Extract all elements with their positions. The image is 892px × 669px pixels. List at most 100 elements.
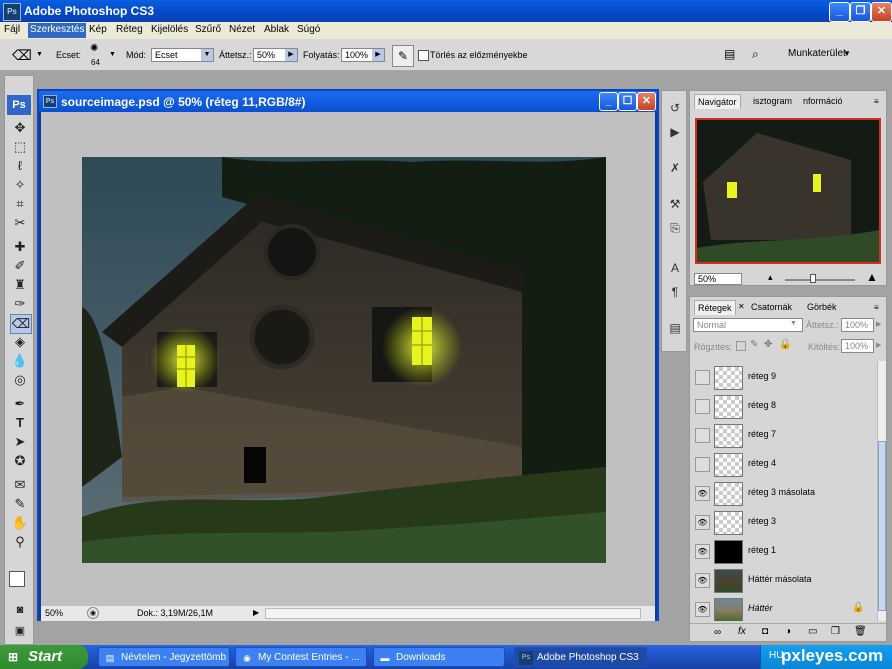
layer-row[interactable]: réteg 4 [692,450,876,480]
shape-tool-icon[interactable]: ✪ [10,452,30,470]
navigator-menu-icon[interactable]: ≡ [874,97,879,106]
layer-row[interactable]: 👁 réteg 1 [692,537,876,567]
layer-row[interactable]: réteg 8 [692,392,876,422]
type-tool-icon[interactable]: T [10,414,30,432]
workspace-menu[interactable]: Munkaterület [788,48,846,59]
layer-comps-icon[interactable]: ▤ [666,319,684,337]
pen-tool-icon[interactable]: ✒ [10,395,30,413]
history-panel-icon[interactable]: ↺ [666,99,684,117]
menu-layer[interactable]: Réteg [116,24,143,35]
eye-icon[interactable]: 👁 [695,486,710,501]
layers-menu-icon[interactable]: ≡ [874,303,879,312]
house-photo[interactable] [82,157,606,563]
doc-maximize-button[interactable]: ☐ [618,92,637,111]
eraser-tool-icon[interactable]: ⌫ [10,314,32,334]
tab-channels[interactable]: Csatornák [748,300,795,314]
eye-icon[interactable]: 👁 [695,602,710,617]
crop-tool-icon[interactable]: ⌗ [10,195,30,213]
layer-visibility-toggle[interactable] [695,370,710,385]
layer-row[interactable]: réteg 9 [692,363,876,393]
layer-row[interactable]: réteg 7 [692,421,876,451]
lock-all-icon[interactable]: 🔒 [779,339,791,350]
tab-info[interactable]: nformáció [800,94,846,108]
character-panel-icon[interactable]: A [666,259,684,277]
tool-presets-icon[interactable]: ✗ [666,159,684,177]
zoom-out-icon[interactable]: ▴ [768,272,773,283]
layer-row[interactable]: 👁 Háttér másolata [692,566,876,596]
navigator-zoom-slider-handle[interactable] [810,274,816,283]
new-group-icon[interactable]: ▭ [808,626,817,637]
status-arrow-right-icon[interactable]: ▶ [253,608,259,617]
menu-image[interactable]: Kép [89,24,107,35]
eyedropper-tool-icon[interactable]: ✎ [10,495,30,513]
clone-source-icon[interactable]: ⎘ [666,219,684,237]
menu-window[interactable]: Ablak [264,24,289,35]
eye-icon[interactable]: 👁 [695,573,710,588]
marquee-tool-icon[interactable]: ⬚ [10,138,30,156]
layer-row[interactable]: 👁 réteg 3 másolata [692,479,876,509]
blend-mode-select[interactable]: Normál [693,318,803,332]
close-layers-tab-icon[interactable]: ✕ [738,302,745,311]
tab-layers[interactable]: Rétegek [694,300,736,315]
lock-image-icon[interactable]: ✎ [750,339,758,350]
status-menu-icon[interactable]: ◉ [87,607,99,619]
eye-icon[interactable]: 👁 [695,544,710,559]
tab-paths[interactable]: Görbék [804,300,840,314]
delete-layer-icon[interactable]: 🗑 [854,626,867,637]
lasso-tool-icon[interactable]: ℓ [10,157,30,175]
menu-help[interactable]: Súgó [297,24,320,35]
brush-chevron-down-icon[interactable]: ▼ [109,51,116,58]
menu-filter[interactable]: Szűrő [195,24,221,35]
start-button[interactable]: ⊞ Start [0,645,88,669]
link-layers-icon[interactable]: ∞ [714,627,721,638]
horizontal-scrollbar[interactable] [265,608,641,619]
magic-wand-tool-icon[interactable]: ✧ [10,176,30,194]
path-selection-tool-icon[interactable]: ➤ [10,433,30,451]
fill-input[interactable]: 100% [841,339,874,353]
task-notepad[interactable]: ▤ Névtelen - Jegyzettömb [98,647,230,667]
layer-row[interactable]: 👁 réteg 3 [692,508,876,538]
lock-position-icon[interactable]: ✥ [764,339,772,350]
clone-stamp-tool-icon[interactable]: ♜ [10,276,30,294]
actions-panel-icon[interactable]: ▶ [666,123,684,141]
layer-row[interactable]: 👁 Háttér 🔒 [692,595,876,621]
flow-chevron-right-icon[interactable]: ▶ [372,49,384,61]
fill-chevron-icon[interactable]: ▶ [876,341,881,349]
menu-select[interactable]: Kijelölés [151,24,188,35]
minimize-button[interactable]: _ [829,2,850,22]
workspace-chevron-down-icon[interactable]: ▼ [843,49,851,58]
layer-opacity-input[interactable]: 100% [841,318,874,332]
bridge-icon[interactable]: ⌕ [752,47,759,62]
dodge-tool-icon[interactable]: ◎ [10,371,30,389]
tool-preset-chevron-down-icon[interactable]: ▼ [36,51,43,58]
layer-opacity-chevron-icon[interactable]: ▶ [876,320,881,328]
screen-mode-icon[interactable]: ▣ [10,622,30,640]
layer-visibility-toggle[interactable] [695,399,710,414]
paint-bucket-tool-icon[interactable]: ◈ [10,333,30,351]
navigator-thumbnail[interactable] [695,118,881,264]
airbrush-icon[interactable]: ✎ [392,45,414,67]
document-zoom[interactable]: 50% [45,608,63,618]
slice-tool-icon[interactable]: ✂ [10,214,30,232]
tab-histogram[interactable]: isztogram [750,94,795,108]
layer-visibility-toggle[interactable] [695,457,710,472]
zoom-tool-icon[interactable]: ⚲ [10,533,30,551]
erase-history-checkbox[interactable] [418,50,429,61]
blur-tool-icon[interactable]: 💧 [10,352,30,370]
palette-well-icon[interactable]: ▤ [724,47,735,61]
eraser-tool-icon[interactable]: ⌫ [12,47,32,64]
layer-visibility-toggle[interactable] [695,428,710,443]
menu-edit[interactable]: Szerkesztés [28,23,87,38]
navigator-zoom-slider[interactable] [785,279,855,281]
blend-mode-chevron-down-icon[interactable]: ▼ [790,320,797,327]
healing-brush-tool-icon[interactable]: ✚ [10,238,30,256]
adjustment-layer-icon[interactable]: ◑ [785,626,791,637]
brush-tip-icon[interactable]: ✺ [90,43,98,54]
restore-button[interactable]: ❐ [850,2,871,22]
move-tool-icon[interactable]: ✥ [10,119,30,137]
task-downloads[interactable]: ▬ Downloads [373,647,505,667]
navigator-zoom-input[interactable]: 50% [694,273,742,285]
foreground-color-swatch[interactable] [9,571,25,587]
document-title-bar[interactable]: Ps sourceimage.psd @ 50% (réteg 11,RGB/8… [39,91,657,112]
layer-style-icon[interactable]: fx [738,626,746,637]
